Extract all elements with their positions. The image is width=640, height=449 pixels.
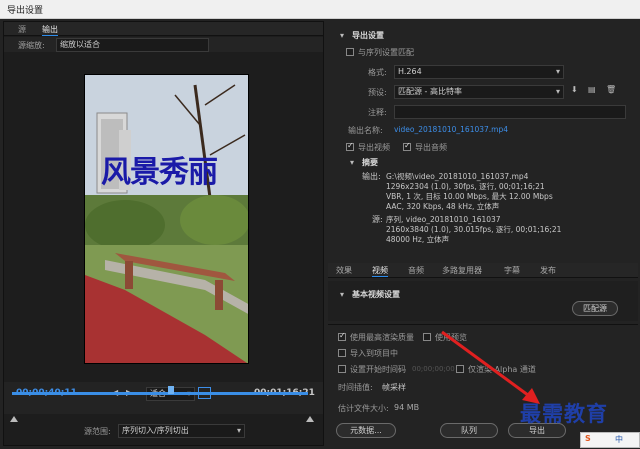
playhead-icon[interactable] <box>168 386 174 394</box>
set-start-timecode-checkbox[interactable] <box>338 365 346 373</box>
match-source-button[interactable]: 匹配源 <box>572 301 618 316</box>
tab-video[interactable]: 视频 <box>372 265 388 277</box>
delete-preset-icon[interactable]: 🗑 <box>606 85 616 94</box>
time-interpolation-label: 时间插值: <box>338 383 373 392</box>
summary-source-label: 源: <box>372 215 383 224</box>
watermark-text: 最需教育 <box>520 401 608 426</box>
summary-output-label: 输出: <box>362 172 381 181</box>
chevron-down-icon: ▾ <box>555 87 560 96</box>
source-range-dropdown[interactable]: 序列切入/序列切出 ▾ <box>118 424 245 438</box>
collapse-triangle-icon[interactable]: ▾ <box>350 158 354 167</box>
tab-output[interactable]: 输出 <box>42 24 58 36</box>
import-preset-icon[interactable]: ▤ <box>588 85 596 94</box>
video-preview: 风景秀丽 <box>84 74 249 364</box>
match-sequence-checkbox[interactable] <box>346 48 354 56</box>
source-scale-label: 源缩放: <box>18 41 45 50</box>
comment-input[interactable] <box>394 105 626 119</box>
basic-video-section: ▾ 基本视频设置 匹配源 <box>328 281 638 321</box>
export-settings-section: ▾ 导出设置 与序列设置匹配 格式: H.264 ▾ 预设: 匹配源 - 高比特… <box>328 21 638 259</box>
timeline-scrubber-track[interactable] <box>12 392 308 395</box>
max-render-quality-checkbox[interactable] <box>338 331 346 341</box>
title-bar: 导出设置 <box>0 0 640 19</box>
window-title: 导出设置 <box>7 6 44 16</box>
export-audio-label: 导出音频 <box>415 143 447 152</box>
preview-overlay-text: 风景秀丽 <box>101 155 218 190</box>
import-to-project-checkbox[interactable] <box>338 349 346 357</box>
source-scale-value: 缩放以适合 <box>60 40 100 49</box>
save-preset-icon[interactable]: ⬇ <box>571 85 578 94</box>
queue-button[interactable]: 队列 <box>440 423 498 438</box>
preset-dropdown[interactable]: 匹配源 - 高比特率 ▾ <box>394 85 564 99</box>
preset-label: 预设: <box>368 88 387 97</box>
basic-video-header: 基本视频设置 <box>352 290 400 299</box>
tab-multiplexer[interactable]: 多路复用器 <box>442 265 482 276</box>
ime-logo-icon: S <box>585 434 591 443</box>
export-settings-header: 导出设置 <box>352 31 384 40</box>
collapse-triangle-icon[interactable]: ▾ <box>340 31 344 40</box>
format-label: 格式: <box>368 68 387 77</box>
tab-source[interactable]: 源 <box>18 24 26 35</box>
source-scale-row: 源缩放: 缩放以适合 <box>4 37 323 52</box>
export-video-checkbox[interactable] <box>346 141 354 151</box>
chevron-down-icon: ▾ <box>555 67 560 76</box>
preview-image <box>85 75 248 363</box>
match-sequence-label: 与序列设置匹配 <box>358 48 414 57</box>
set-start-timecode-label: 设置开始时间码 <box>350 365 406 374</box>
max-render-quality-label: 使用最高渲染质量 <box>350 333 414 342</box>
time-interpolation-dropdown[interactable]: 帧采样 <box>382 382 406 393</box>
collapse-triangle-icon[interactable]: ▾ <box>340 290 344 299</box>
summary-output-line: AAC, 320 Kbps, 48 kHz, 立体声 <box>386 202 500 211</box>
preview-panel: 源 输出 源缩放: 缩放以适合 风景秀丽 <box>3 21 324 446</box>
ime-language: 中 <box>615 435 623 444</box>
source-scale-dropdown[interactable]: 缩放以适合 <box>56 38 209 52</box>
output-name-label: 输出名称: <box>348 126 383 135</box>
source-range-label: 源范围: <box>84 427 111 436</box>
chevron-down-icon: ▾ <box>236 426 241 435</box>
use-preview-checkbox[interactable] <box>423 333 431 341</box>
in-point-icon[interactable] <box>10 416 18 422</box>
comment-label: 注释: <box>368 108 387 117</box>
summary-source-line: 48000 Hz, 立体声 <box>386 235 450 244</box>
estimated-size-value: 94 MB <box>394 403 420 412</box>
output-name-link[interactable]: video_20181010_161037.mp4 <box>394 125 508 134</box>
metadata-button[interactable]: 元数据... <box>336 423 396 438</box>
estimated-size-label: 估计文件大小: <box>338 404 389 413</box>
out-point-icon[interactable] <box>306 416 314 422</box>
tab-publish[interactable]: 发布 <box>540 265 556 276</box>
format-value: H.264 <box>398 67 422 76</box>
tab-effects[interactable]: 效果 <box>336 265 352 276</box>
import-to-project-label: 导入到项目中 <box>350 349 398 358</box>
format-dropdown[interactable]: H.264 ▾ <box>394 65 564 79</box>
tab-audio[interactable]: 音频 <box>408 265 424 276</box>
export-video-label: 导出视频 <box>358 143 390 152</box>
preset-value: 匹配源 - 高比特率 <box>398 87 462 96</box>
settings-tabs: 效果 视频 音频 多路复用器 字幕 发布 <box>328 263 638 278</box>
export-audio-checkbox[interactable] <box>403 141 411 151</box>
tab-captions[interactable]: 字幕 <box>504 265 520 276</box>
ime-indicator[interactable]: S 中 <box>580 432 640 448</box>
summary-header: 摘要 <box>362 158 378 167</box>
source-range-value: 序列切入/序列切出 <box>122 426 189 435</box>
source-output-tabs: 源 输出 <box>4 22 323 36</box>
timeline-bar: 00;00;40;11 ◀ ▶ 适合 ▾ 00;01;16;21 <box>4 382 323 414</box>
